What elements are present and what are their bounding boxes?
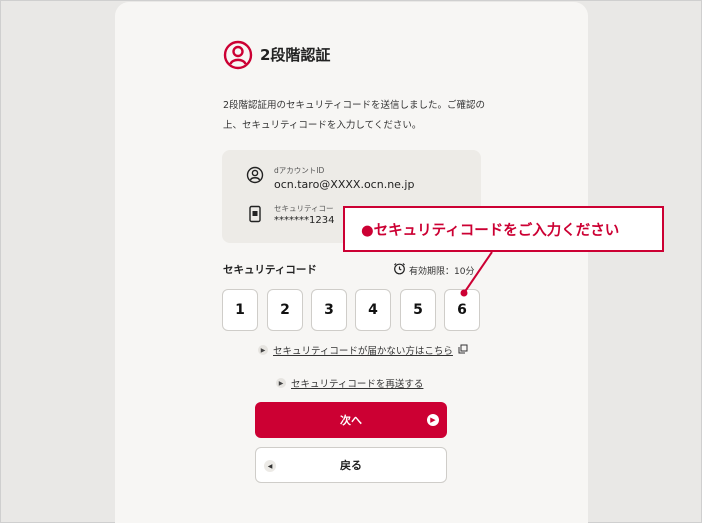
page-title: 2段階認証 xyxy=(260,46,331,64)
code-digit-1[interactable]: 1 xyxy=(222,289,258,331)
code-digit-2[interactable]: 2 xyxy=(267,289,303,331)
play-icon: ▶ xyxy=(258,345,268,355)
next-button-label: 次へ xyxy=(340,414,362,427)
resend-link[interactable]: セキュリティコードを再送する xyxy=(291,376,423,390)
play-icon: ▶ xyxy=(276,378,286,388)
account-id-value: ocn.taro@XXXX.ocn.ne.jp xyxy=(274,178,415,191)
not-received-link-row[interactable]: ▶ セキュリティコードが届かない方はこちら xyxy=(258,343,468,357)
back-button[interactable]: ◀ 戻る xyxy=(255,447,447,483)
timer: 有効期限：10分 xyxy=(393,262,474,278)
code-digit-4[interactable]: 4 xyxy=(355,289,391,331)
code-digit-5[interactable]: 5 xyxy=(400,289,436,331)
auth-card xyxy=(115,2,588,523)
arrow-left-icon: ◀ xyxy=(264,460,276,472)
description-text: 2段階認証用のセキュリティコードを送信しました。ご確認の上、セキュリティコードを… xyxy=(223,100,485,131)
resend-link-row[interactable]: ▶ セキュリティコードを再送する xyxy=(276,376,423,390)
account-id-label: dアカウントID xyxy=(274,166,325,175)
phone-icon xyxy=(246,205,264,223)
not-received-link[interactable]: セキュリティコードが届かない方はこちら xyxy=(273,343,453,357)
user-icon xyxy=(246,166,264,184)
security-code-label: セキュリティコード xyxy=(223,264,317,276)
callout-annotation: ●セキュリティコードをご入力ください xyxy=(343,206,664,252)
user-circle-icon xyxy=(223,40,253,70)
phone-label: セキュリティコー xyxy=(274,204,334,213)
next-button[interactable]: 次へ ▶ xyxy=(255,402,447,438)
external-window-icon xyxy=(458,344,468,357)
code-digit-3[interactable]: 3 xyxy=(311,289,347,331)
phone-value: *******1234 xyxy=(274,215,335,226)
back-button-label: 戻る xyxy=(340,459,362,472)
timer-text: 有効期限：10分 xyxy=(409,266,475,277)
alarm-clock-icon xyxy=(393,262,406,278)
arrow-right-icon: ▶ xyxy=(427,414,439,426)
code-digit-6[interactable]: 6 xyxy=(444,289,480,331)
